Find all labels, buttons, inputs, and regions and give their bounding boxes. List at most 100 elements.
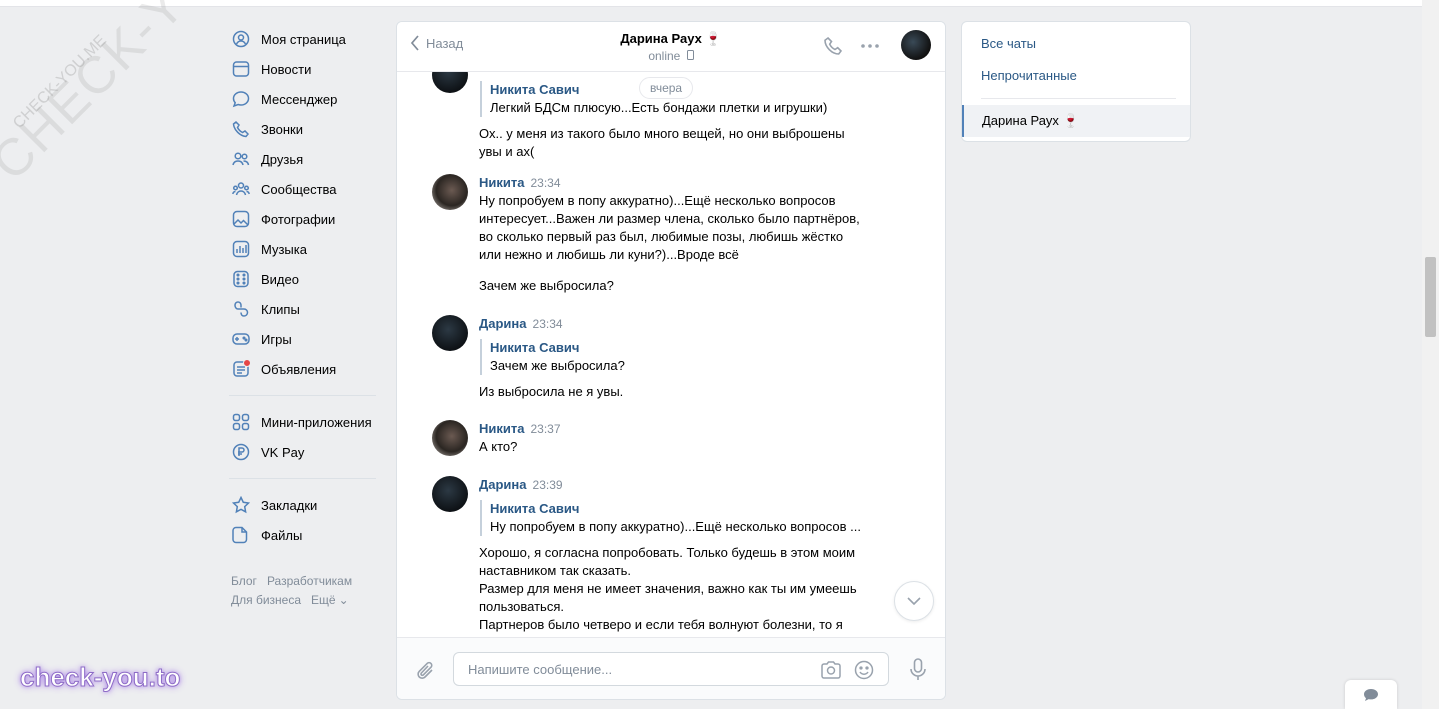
watermark-logo: check-you.to — [19, 662, 181, 693]
nav-item-music[interactable]: Музыка — [229, 234, 384, 264]
message-text: Хорошо, я согласна попробовать. Только б… — [479, 545, 857, 632]
active-chat-item[interactable]: Дарина Раух 🍷 — [962, 105, 1190, 137]
nav-divider — [229, 478, 376, 479]
footer-link-business[interactable]: Для бизнеса — [231, 593, 301, 607]
nav-item-my-page[interactable]: Моя страница — [229, 24, 384, 54]
nav-label: Игры — [261, 331, 292, 347]
nav-label: Фотографии — [261, 211, 336, 227]
chat-window: Назад Дарина Раух 🍷 online вчера Никита … — [396, 21, 946, 700]
left-nav: Моя страница Новости Мессенджер Звонки Д… — [229, 24, 384, 550]
quote-text: Легкий БДСм плюсую...Есть бондажи плетки… — [490, 100, 828, 115]
nav-item-news[interactable]: Новости — [229, 54, 384, 84]
top-header-bar — [0, 0, 1422, 7]
nav-label: Моя страница — [261, 31, 346, 47]
nav-item-mini-apps[interactable]: Мини-приложения — [229, 407, 384, 437]
nav-item-communities[interactable]: Сообщества — [229, 174, 384, 204]
friends-icon — [232, 150, 250, 168]
message-text: Ох.. у меня из такого было много вещей, … — [479, 126, 845, 159]
attach-button[interactable] — [415, 660, 437, 685]
message-input[interactable] — [466, 661, 810, 678]
video-icon — [232, 270, 250, 288]
nav-item-photos[interactable]: Фотографии — [229, 204, 384, 234]
camera-button[interactable] — [820, 660, 842, 683]
phone-icon — [824, 36, 843, 55]
message-group: Никита 23:37 А кто? — [432, 420, 872, 456]
message-author[interactable]: Дарина — [479, 316, 527, 331]
floating-chat-button[interactable] — [1345, 680, 1397, 709]
nav-item-vk-pay[interactable]: VK Pay — [229, 437, 384, 467]
call-button[interactable] — [823, 36, 843, 59]
filter-all-chats[interactable]: Все чаты — [981, 36, 1036, 51]
bookmarks-icon — [232, 496, 250, 514]
message-text: Из выбросила не я увы. — [479, 384, 624, 399]
paperclip-icon — [417, 661, 433, 679]
message-author[interactable]: Дарина — [479, 477, 527, 492]
message-time: 23:34 — [532, 317, 563, 331]
chat-avatar[interactable] — [901, 30, 931, 60]
nav-label: Мессенджер — [261, 91, 338, 107]
nav-item-bookmarks[interactable]: Закладки — [229, 490, 384, 520]
nav-item-files[interactable]: Файлы — [229, 520, 384, 550]
footer-links: Блог Разработчикам Для бизнеса Ещё ⌄ — [231, 572, 391, 610]
phone-icon — [232, 120, 250, 138]
nav-label: Новости — [261, 61, 312, 77]
nav-item-games[interactable]: Игры — [229, 324, 384, 354]
messenger-icon — [232, 90, 250, 108]
nav-item-video[interactable]: Видео — [229, 264, 384, 294]
message-text: Зачем же выбросила? — [479, 278, 614, 293]
message-time: 23:39 — [532, 478, 563, 492]
nav-item-calls[interactable]: Звонки — [229, 114, 384, 144]
microphone-icon — [910, 658, 926, 680]
vkpay-icon — [232, 443, 250, 461]
scroll-down-button[interactable] — [894, 581, 934, 621]
message-history[interactable]: вчера Никита Савич Легкий БДСм плюсую...… — [397, 71, 945, 637]
reply-quote[interactable]: Никита Савич Зачем же выбросила? — [480, 339, 872, 375]
message-author[interactable]: Никита — [479, 421, 524, 436]
camera-icon — [821, 661, 841, 679]
nav-item-friends[interactable]: Друзья — [229, 144, 384, 174]
date-separator: вчера — [639, 77, 694, 99]
mini-apps-icon — [232, 413, 250, 431]
avatar[interactable] — [432, 71, 468, 93]
nav-item-messenger[interactable]: Мессенджер — [229, 84, 384, 114]
message-input-box — [453, 652, 889, 686]
footer-link-blog[interactable]: Блог — [231, 574, 257, 588]
quote-text: Зачем же выбросила? — [490, 358, 625, 373]
avatar[interactable] — [432, 315, 468, 351]
chevron-down-icon — [907, 597, 921, 605]
notification-dot — [243, 359, 251, 367]
footer-link-more[interactable]: Ещё ⌄ — [311, 593, 359, 607]
nav-label: Звонки — [261, 121, 303, 137]
avatar[interactable] — [432, 174, 468, 210]
avatar[interactable] — [432, 420, 468, 456]
quote-text: Ну попробуем в попу аккуратно)...Ещё нес… — [490, 519, 861, 534]
more-dots-icon — [861, 44, 879, 48]
voice-message-button[interactable] — [909, 658, 927, 685]
nav-item-clips[interactable]: Клипы — [229, 294, 384, 324]
nav-label: Клипы — [261, 301, 300, 317]
quote-author: Никита Савич — [490, 340, 580, 355]
reply-quote[interactable]: Никита Савич Ну попробуем в попу аккурат… — [480, 500, 872, 536]
message-group: Дарина 23:34 Никита Савич Зачем же выброс… — [432, 315, 872, 401]
message-author[interactable]: Никита — [479, 175, 524, 190]
profile-icon — [232, 30, 250, 48]
nav-label: Закладки — [261, 497, 318, 513]
chat-header: Назад Дарина Раух 🍷 online — [397, 22, 945, 72]
footer-link-developers[interactable]: Разработчикам — [267, 574, 352, 588]
nav-item-classifieds[interactable]: Объявления — [229, 354, 384, 384]
emoji-button[interactable] — [854, 660, 874, 683]
scrollbar-thumb[interactable] — [1425, 257, 1436, 337]
more-button[interactable] — [860, 36, 880, 59]
status-text: online — [648, 49, 681, 63]
nav-label: Музыка — [261, 241, 307, 257]
smile-icon — [854, 660, 874, 680]
avatar[interactable] — [432, 476, 468, 512]
files-icon — [232, 526, 250, 544]
filter-unread[interactable]: Непрочитанные — [981, 68, 1077, 83]
composer — [397, 637, 945, 699]
message-time: 23:34 — [530, 176, 561, 190]
nav-label: Мини-приложения — [261, 414, 372, 430]
message-text: Ну попробуем в попу аккуратно)...Ещё нес… — [479, 193, 860, 262]
page-scrollbar[interactable] — [1422, 0, 1439, 709]
message-group: Дарина 23:39 Никита Савич Ну попробуем в … — [432, 476, 872, 634]
